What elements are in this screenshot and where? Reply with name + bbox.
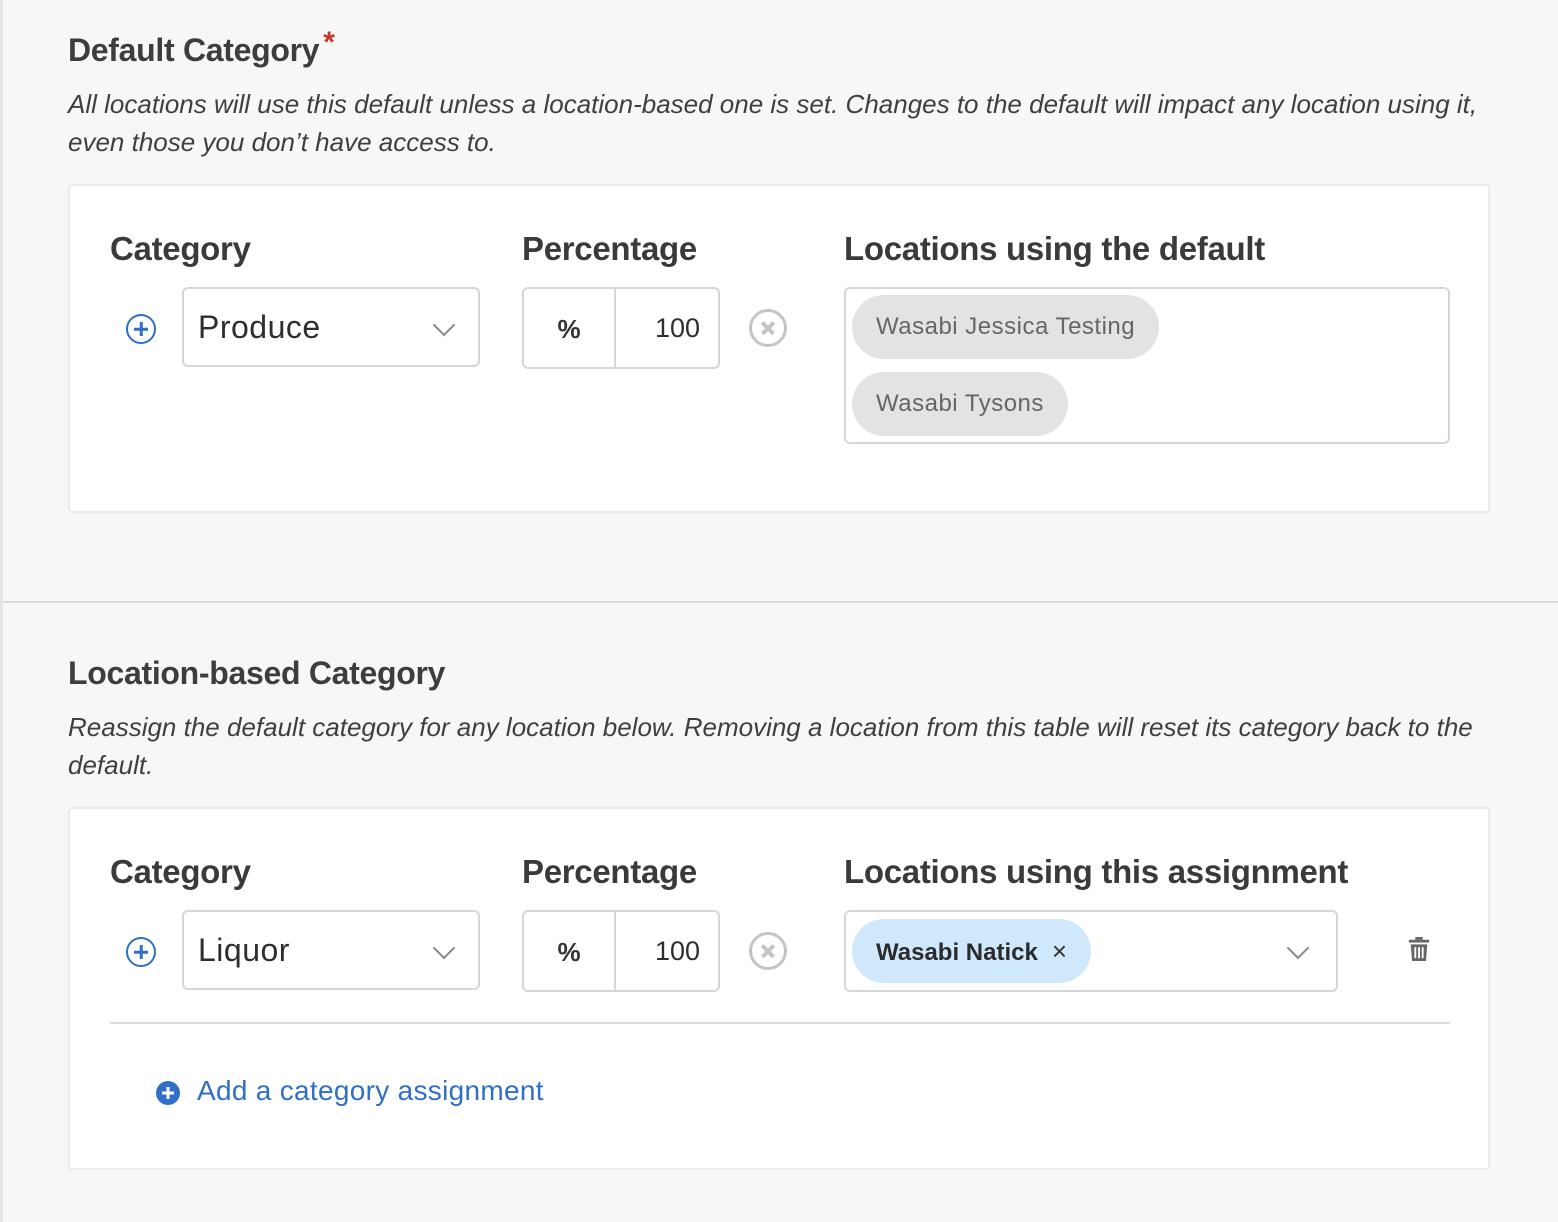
- page-frame-edge: [0, 0, 3, 1222]
- locations-column-label: Locations using the default: [844, 230, 1265, 267]
- section-title: Location-based Category: [68, 655, 446, 691]
- location-chip: Wasabi Tysons: [852, 372, 1068, 436]
- section-title-text: Default Category: [68, 32, 320, 68]
- clear-circle-icon[interactable]: [749, 309, 787, 347]
- percent-symbol: %: [524, 289, 616, 367]
- clear-circle-icon[interactable]: [749, 932, 787, 970]
- percentage-input[interactable]: % 100: [522, 910, 720, 992]
- section-description: All locations will use this default unle…: [68, 89, 1478, 157]
- default-category-card: Category Percentage Locations using the …: [68, 184, 1490, 513]
- section-title: Default Category *: [68, 26, 1488, 69]
- percentage-input[interactable]: % 100: [522, 287, 720, 369]
- locations-box: Wasabi Jessica Testing Wasabi Tysons: [844, 287, 1450, 444]
- add-filled-icon[interactable]: [156, 1081, 180, 1105]
- chevron-down-icon: [1286, 936, 1310, 960]
- trash-icon[interactable]: [1408, 937, 1430, 961]
- section-divider: [3, 601, 1558, 603]
- percent-symbol: %: [524, 912, 616, 990]
- category-select[interactable]: Liquor: [182, 910, 480, 990]
- category-column-label: Category: [110, 853, 251, 890]
- add-circle-icon[interactable]: [126, 937, 156, 967]
- location-chip-selected: Wasabi Natick ×: [852, 919, 1092, 983]
- percentage-column-label: Percentage: [522, 853, 697, 890]
- add-circle-icon[interactable]: [126, 314, 156, 344]
- location-category-card: Category Percentage Locations using this…: [68, 807, 1490, 1170]
- chevron-down-icon: [432, 313, 456, 337]
- percentage-value: 100: [654, 936, 700, 966]
- close-icon[interactable]: ×: [1052, 919, 1067, 983]
- locations-multiselect[interactable]: Wasabi Natick ×: [844, 910, 1338, 992]
- required-marker: *: [323, 26, 335, 59]
- locations-column-label: Locations using this assignment: [844, 853, 1349, 890]
- category-select-value: Liquor: [198, 932, 290, 968]
- percentage-column-label: Percentage: [522, 230, 697, 267]
- location-chip: Wasabi Jessica Testing: [852, 295, 1160, 359]
- category-column-label: Category: [110, 230, 251, 267]
- location-chip-label: Wasabi Natick: [876, 939, 1038, 966]
- category-select-value: Produce: [198, 309, 321, 345]
- chevron-down-icon: [432, 936, 456, 960]
- row-divider: [110, 1022, 1450, 1024]
- default-category-header: Default Category * All locations will use…: [68, 26, 1488, 161]
- percentage-value: 100: [654, 313, 700, 343]
- category-select[interactable]: Produce: [182, 287, 480, 367]
- section-description: Reassign the default category for any lo…: [68, 712, 1473, 780]
- location-category-header: Location-based Category Reassign the def…: [68, 655, 1488, 784]
- add-category-assignment-link[interactable]: Add a category assignment: [197, 1075, 544, 1107]
